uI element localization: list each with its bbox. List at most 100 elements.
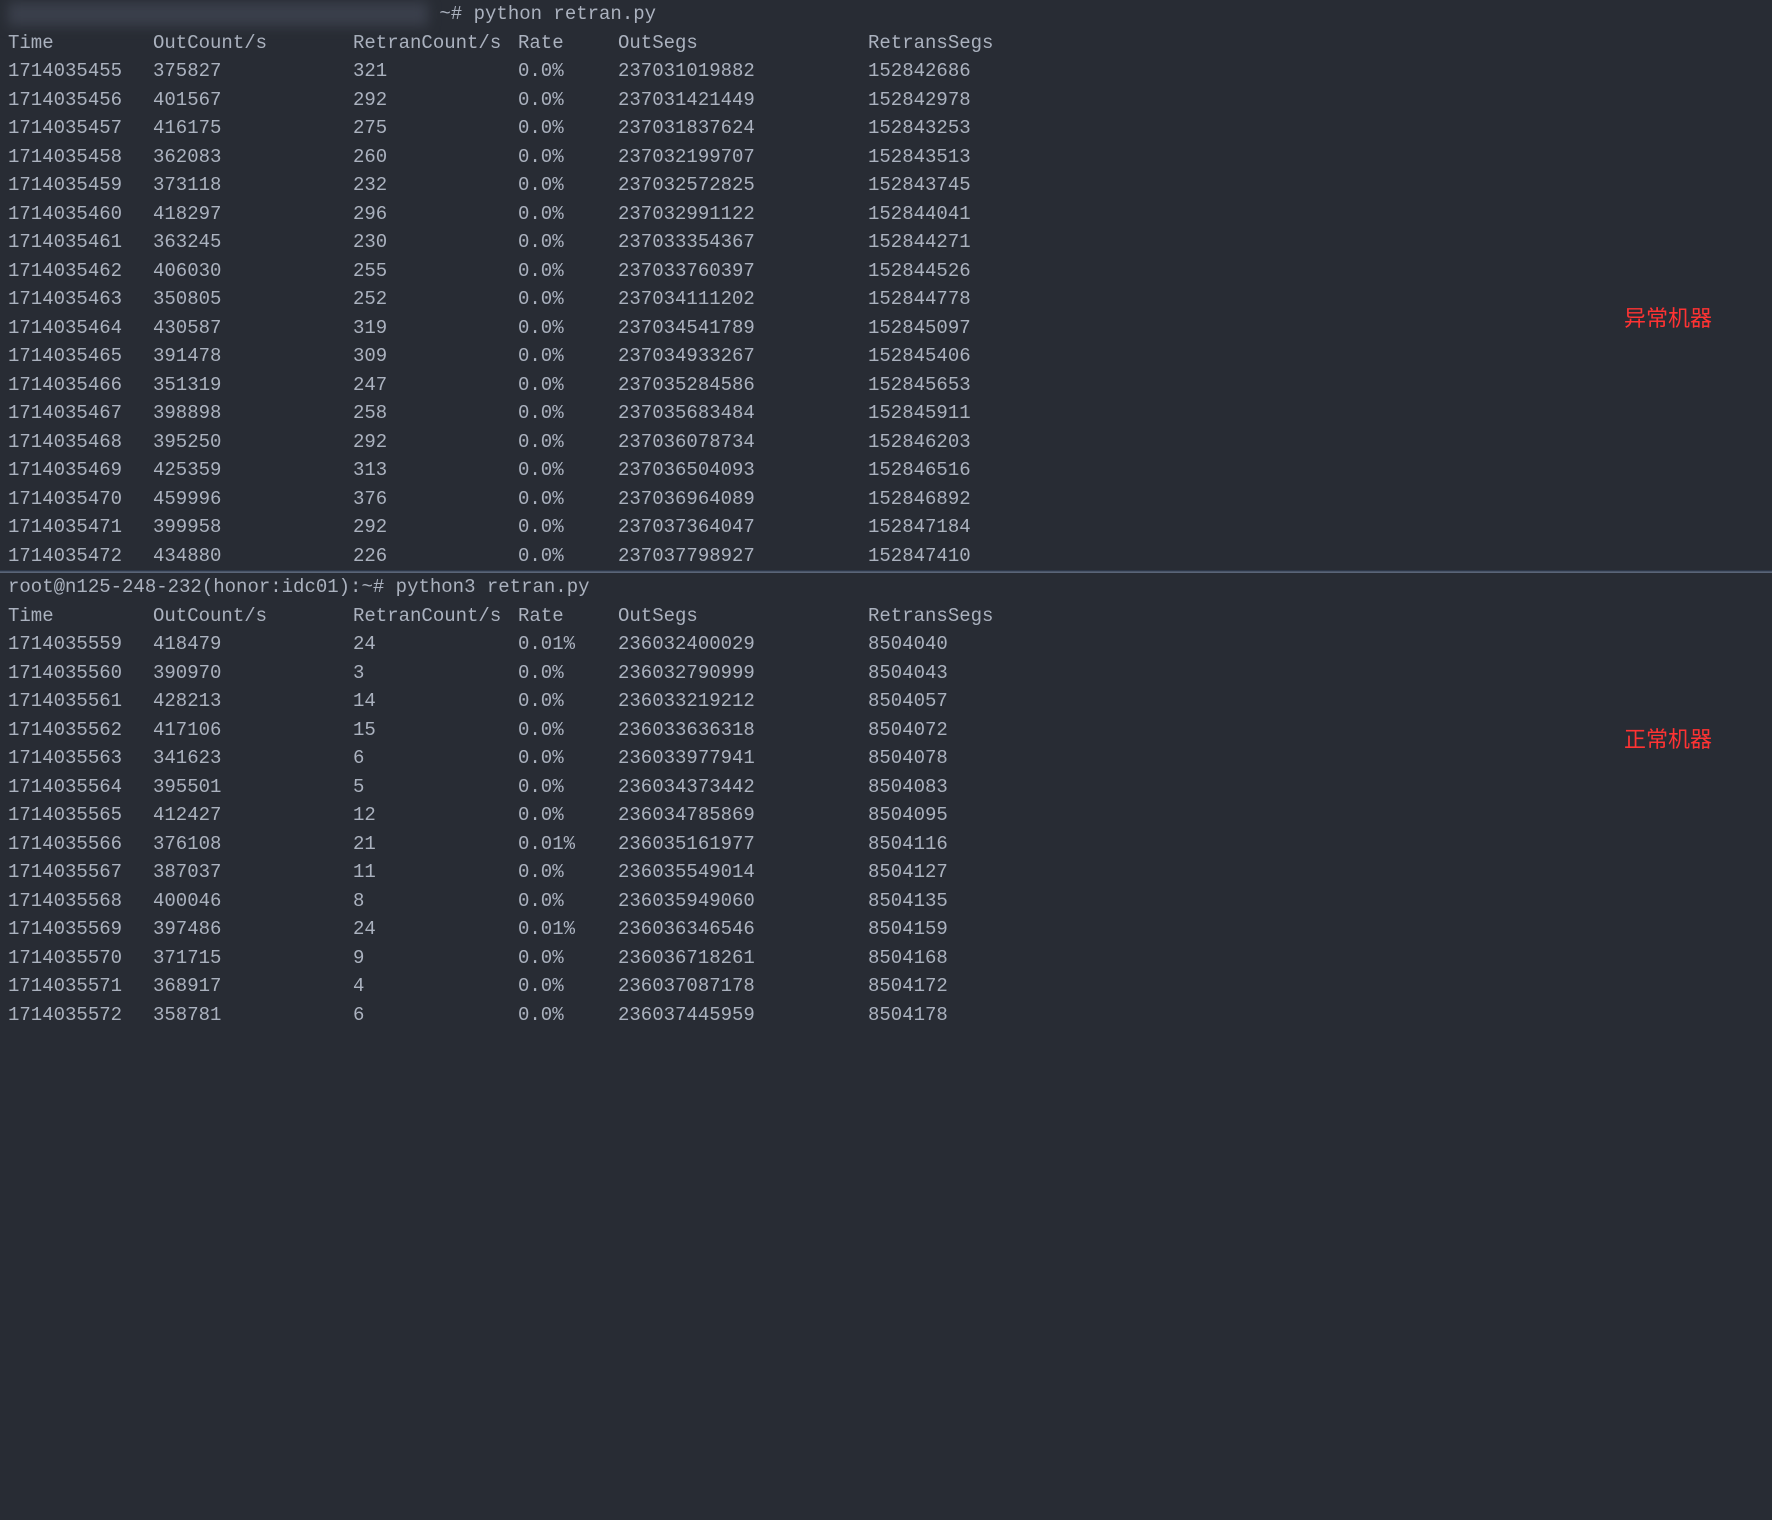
- cell-retranssegs: 8504168: [868, 944, 1048, 973]
- cell-outsegs: 236032400029: [618, 630, 868, 659]
- cell-retran: 12: [353, 801, 518, 830]
- cell-outsegs: 237034933267: [618, 342, 868, 371]
- cell-outcount: 418297: [153, 200, 353, 229]
- cell-retranssegs: 8504043: [868, 659, 1048, 688]
- cell-rate: 0.0%: [518, 513, 618, 542]
- cell-outsegs: 236036346546: [618, 915, 868, 944]
- table-row: 1714035559418479240.01%23603240002985040…: [0, 630, 1772, 659]
- cell-outcount: 391478: [153, 342, 353, 371]
- cell-retran: 230: [353, 228, 518, 257]
- cell-outcount: 406030: [153, 257, 353, 286]
- cell-outsegs: 236034785869: [618, 801, 868, 830]
- cell-retranssegs: 152844526: [868, 257, 1048, 286]
- annotation-normal: 正常机器: [1624, 723, 1712, 756]
- table-row: 17140354574161752750.0%23703183762415284…: [0, 114, 1772, 143]
- cell-rate: 0.0%: [518, 542, 618, 571]
- cell-retran: 252: [353, 285, 518, 314]
- cell-outsegs: 236034373442: [618, 773, 868, 802]
- cell-outsegs: 236033219212: [618, 687, 868, 716]
- table-row: 17140354613632452300.0%23703335436715284…: [0, 228, 1772, 257]
- cell-time: 1714035567: [8, 858, 153, 887]
- cell-outcount: 351319: [153, 371, 353, 400]
- cell-rate: 0.0%: [518, 773, 618, 802]
- table-row: 17140354713999582920.0%23703736404715284…: [0, 513, 1772, 542]
- cell-retran: 9: [353, 944, 518, 973]
- header-outcount: OutCount/s: [153, 29, 353, 58]
- cell-rate: 0.0%: [518, 57, 618, 86]
- cell-outsegs: 236037445959: [618, 1001, 868, 1030]
- cell-rate: 0.0%: [518, 858, 618, 887]
- cell-retran: 14: [353, 687, 518, 716]
- cell-outcount: 350805: [153, 285, 353, 314]
- cell-outsegs: 236032790999: [618, 659, 868, 688]
- header-outcount: OutCount/s: [153, 602, 353, 631]
- cell-retran: 292: [353, 428, 518, 457]
- table-row: 17140354644305873190.0%23703454178915284…: [0, 314, 1772, 343]
- table-row: 17140354593731182320.0%23703257282515284…: [0, 171, 1772, 200]
- cell-retran: 6: [353, 744, 518, 773]
- cell-rate: 0.0%: [518, 687, 618, 716]
- table-row: 17140354653914783090.0%23703493326715284…: [0, 342, 1772, 371]
- cell-outsegs: 237037364047: [618, 513, 868, 542]
- cell-time: 1714035566: [8, 830, 153, 859]
- cell-time: 1714035472: [8, 542, 153, 571]
- cell-outcount: 428213: [153, 687, 353, 716]
- cell-outsegs: 237031837624: [618, 114, 868, 143]
- table-row: 17140354564015672920.0%23703142144915284…: [0, 86, 1772, 115]
- table-row: 17140354553758273210.0%23703101988215284…: [0, 57, 1772, 86]
- cell-outcount: 358781: [153, 1001, 353, 1030]
- cell-outcount: 371715: [153, 944, 353, 973]
- cell-retranssegs: 152845097: [868, 314, 1048, 343]
- table-row: 1714035569397486240.01%23603634654685041…: [0, 915, 1772, 944]
- cell-outsegs: 237037798927: [618, 542, 868, 571]
- header-rate: Rate: [518, 602, 618, 631]
- cell-retran: 11: [353, 858, 518, 887]
- cell-time: 1714035571: [8, 972, 153, 1001]
- cell-retranssegs: 8504172: [868, 972, 1048, 1001]
- cell-retran: 3: [353, 659, 518, 688]
- cell-retranssegs: 8504072: [868, 716, 1048, 745]
- cell-outcount: 375827: [153, 57, 353, 86]
- table-row: 17140354683952502920.0%23703607873415284…: [0, 428, 1772, 457]
- cell-retran: 319: [353, 314, 518, 343]
- cell-time: 1714035562: [8, 716, 153, 745]
- cell-time: 1714035457: [8, 114, 153, 143]
- cell-rate: 0.01%: [518, 915, 618, 944]
- prompt-line-bottom: root@n125-248-232(honor:idc01):~# python…: [0, 573, 1772, 602]
- cell-retran: 258: [353, 399, 518, 428]
- cell-rate: 0.0%: [518, 342, 618, 371]
- table-row: 1714035561428213140.0%236033219212850405…: [0, 687, 1772, 716]
- cell-outsegs: 236033977941: [618, 744, 868, 773]
- cell-retran: 247: [353, 371, 518, 400]
- cell-retranssegs: 8504159: [868, 915, 1048, 944]
- cell-time: 1714035570: [8, 944, 153, 973]
- cell-time: 1714035465: [8, 342, 153, 371]
- cell-retran: 15: [353, 716, 518, 745]
- cell-retranssegs: 8504135: [868, 887, 1048, 916]
- cell-rate: 0.0%: [518, 371, 618, 400]
- table-row: 171403557235878160.0%2360374459598504178: [0, 1001, 1772, 1030]
- cell-outcount: 400046: [153, 887, 353, 916]
- cell-outcount: 395250: [153, 428, 353, 457]
- table-row: 171403556439550150.0%2360343734428504083: [0, 773, 1772, 802]
- cell-time: 1714035470: [8, 485, 153, 514]
- cell-time: 1714035564: [8, 773, 153, 802]
- cell-rate: 0.0%: [518, 285, 618, 314]
- cell-outsegs: 237034111202: [618, 285, 868, 314]
- cell-outsegs: 237033760397: [618, 257, 868, 286]
- header-rate: Rate: [518, 29, 618, 58]
- cell-retran: 4: [353, 972, 518, 1001]
- cell-rate: 0.0%: [518, 171, 618, 200]
- cell-time: 1714035461: [8, 228, 153, 257]
- cell-retran: 292: [353, 86, 518, 115]
- cell-rate: 0.0%: [518, 428, 618, 457]
- cell-retranssegs: 152843745: [868, 171, 1048, 200]
- header-outsegs: OutSegs: [618, 602, 868, 631]
- cell-rate: 0.0%: [518, 143, 618, 172]
- cell-time: 1714035467: [8, 399, 153, 428]
- table-row: 1714035562417106150.0%236033636318850407…: [0, 716, 1772, 745]
- table-row: 17140354673988982580.0%23703568348415284…: [0, 399, 1772, 428]
- cell-outcount: 459996: [153, 485, 353, 514]
- cell-outcount: 434880: [153, 542, 353, 571]
- cell-outcount: 417106: [153, 716, 353, 745]
